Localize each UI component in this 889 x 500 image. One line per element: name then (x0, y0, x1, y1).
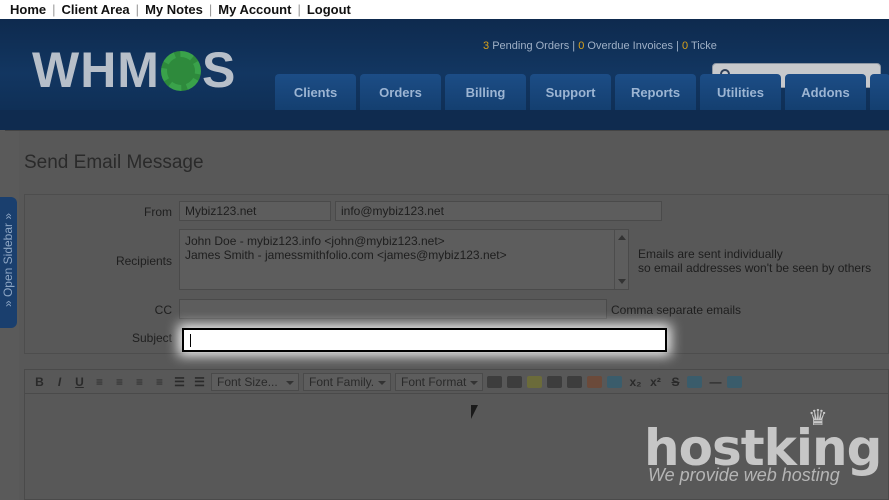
page-title: Send Email Message (24, 152, 204, 173)
font-size-select[interactable]: Font Size... (211, 372, 299, 391)
unordered-list-icon[interactable]: ☰ (191, 374, 208, 390)
subject-field[interactable] (182, 328, 667, 352)
underline-button[interactable]: U (71, 374, 88, 390)
cc-label: CC (154, 303, 172, 317)
font-family-select[interactable]: Font Family. (303, 372, 391, 391)
indent-icon[interactable] (507, 375, 522, 388)
logo-text: S (201, 42, 237, 98)
cleanup-icon[interactable] (687, 375, 702, 388)
main-nav: Clients Orders Billing Support Reports U… (275, 74, 889, 110)
top-nav-client-area[interactable]: Client Area (56, 2, 136, 17)
tab-utilities[interactable]: Utilities (700, 74, 781, 110)
horizontal-rule-icon[interactable]: — (707, 374, 724, 390)
gear-icon (160, 51, 201, 91)
recipients-hint: Emails are sent individually so email ad… (638, 247, 871, 275)
recipient-item: James Smith - jamessmithfolio.com <james… (185, 248, 507, 262)
tab-addons[interactable]: Addons (785, 74, 866, 110)
text-caret (190, 334, 191, 347)
unlink-icon[interactable] (567, 375, 582, 388)
image-icon[interactable] (607, 375, 622, 388)
subscript-icon[interactable]: x₂ (627, 374, 644, 390)
header-strip (0, 110, 889, 130)
hostking-watermark: ♛ hostking We provide web hosting (640, 405, 889, 500)
from-name-field[interactable]: Mybiz123.net (179, 201, 331, 221)
italic-button[interactable]: I (51, 374, 68, 390)
tickets-link[interactable]: Ticke (691, 40, 717, 52)
align-right-icon[interactable]: ≡ (131, 374, 148, 390)
tab-billing[interactable]: Billing (445, 74, 526, 110)
top-nav-my-notes[interactable]: My Notes (139, 2, 209, 17)
overdue-invoices-link[interactable]: Overdue Invoices | (587, 40, 679, 52)
top-nav-home[interactable]: Home (4, 2, 52, 17)
header: WHM S 3 Pending Orders | 0 Overdue Invoic… (0, 19, 889, 110)
pending-orders-link[interactable]: Pending Orders | (492, 40, 575, 52)
scrollbar[interactable] (614, 230, 628, 289)
superscript-icon[interactable]: x² (647, 374, 664, 390)
editor-toolbar: B I U ≡ ≡ ≡ ≡ ☰ ☰ Font Size... Font Fami… (25, 370, 889, 394)
align-justify-icon[interactable]: ≡ (151, 374, 168, 390)
scroll-up-icon[interactable] (618, 235, 626, 240)
recipient-item: John Doe - mybiz123.info <john@mybiz123.… (185, 234, 445, 248)
recipients-hint-line: Emails are sent individually (638, 247, 783, 261)
font-format-select[interactable]: Font Format (395, 372, 483, 391)
top-nav: Home | Client Area | My Notes | My Account |… (0, 0, 889, 19)
recipients-hint-line: so email addresses won't be seen by othe… (638, 261, 872, 275)
strikethrough-icon[interactable]: S (667, 374, 684, 390)
tab-orders[interactable]: Orders (360, 74, 441, 110)
from-email-field[interactable]: info@mybiz123.net (335, 201, 662, 221)
anchor-icon[interactable] (587, 375, 602, 388)
top-nav-my-account[interactable]: My Account (212, 2, 297, 17)
scroll-down-icon[interactable] (618, 279, 626, 284)
align-center-icon[interactable]: ≡ (111, 374, 128, 390)
logo-text: WHM (32, 42, 160, 98)
from-label: From (144, 205, 172, 219)
logo[interactable]: WHM S (32, 41, 236, 99)
tab-support[interactable]: Support (530, 74, 611, 110)
header-stats: 3 Pending Orders | 0 Overdue Invoices | … (483, 40, 717, 52)
recipients-label: Recipients (115, 254, 172, 268)
html-source-icon[interactable] (727, 375, 742, 388)
pending-orders-count: 3 (483, 40, 490, 52)
subject-label: Subject (131, 331, 172, 345)
tab-reports[interactable]: Reports (615, 74, 696, 110)
outdent-icon[interactable] (487, 375, 502, 388)
mouse-cursor-icon (471, 405, 478, 419)
edit-icon[interactable] (527, 375, 542, 388)
recipients-list[interactable]: John Doe - mybiz123.info <john@mybiz123.… (179, 229, 629, 290)
link-icon[interactable] (547, 375, 562, 388)
ordered-list-icon[interactable]: ☰ (171, 374, 188, 390)
watermark-tagline: We provide web hosting (648, 465, 840, 485)
top-nav-logout[interactable]: Logout (301, 2, 357, 17)
tab-clients[interactable]: Clients (275, 74, 356, 110)
align-left-icon[interactable]: ≡ (91, 374, 108, 390)
overdue-invoices-count: 0 (578, 40, 585, 52)
bold-button[interactable]: B (31, 374, 48, 390)
tab-overflow[interactable] (870, 74, 889, 110)
cc-hint: Comma separate emails (611, 303, 742, 317)
cc-field[interactable] (179, 299, 607, 319)
open-sidebar-label: » Open Sidebar » (1, 212, 15, 308)
open-sidebar-tab[interactable]: » Open Sidebar » (0, 197, 17, 328)
tickets-count: 0 (681, 40, 689, 52)
